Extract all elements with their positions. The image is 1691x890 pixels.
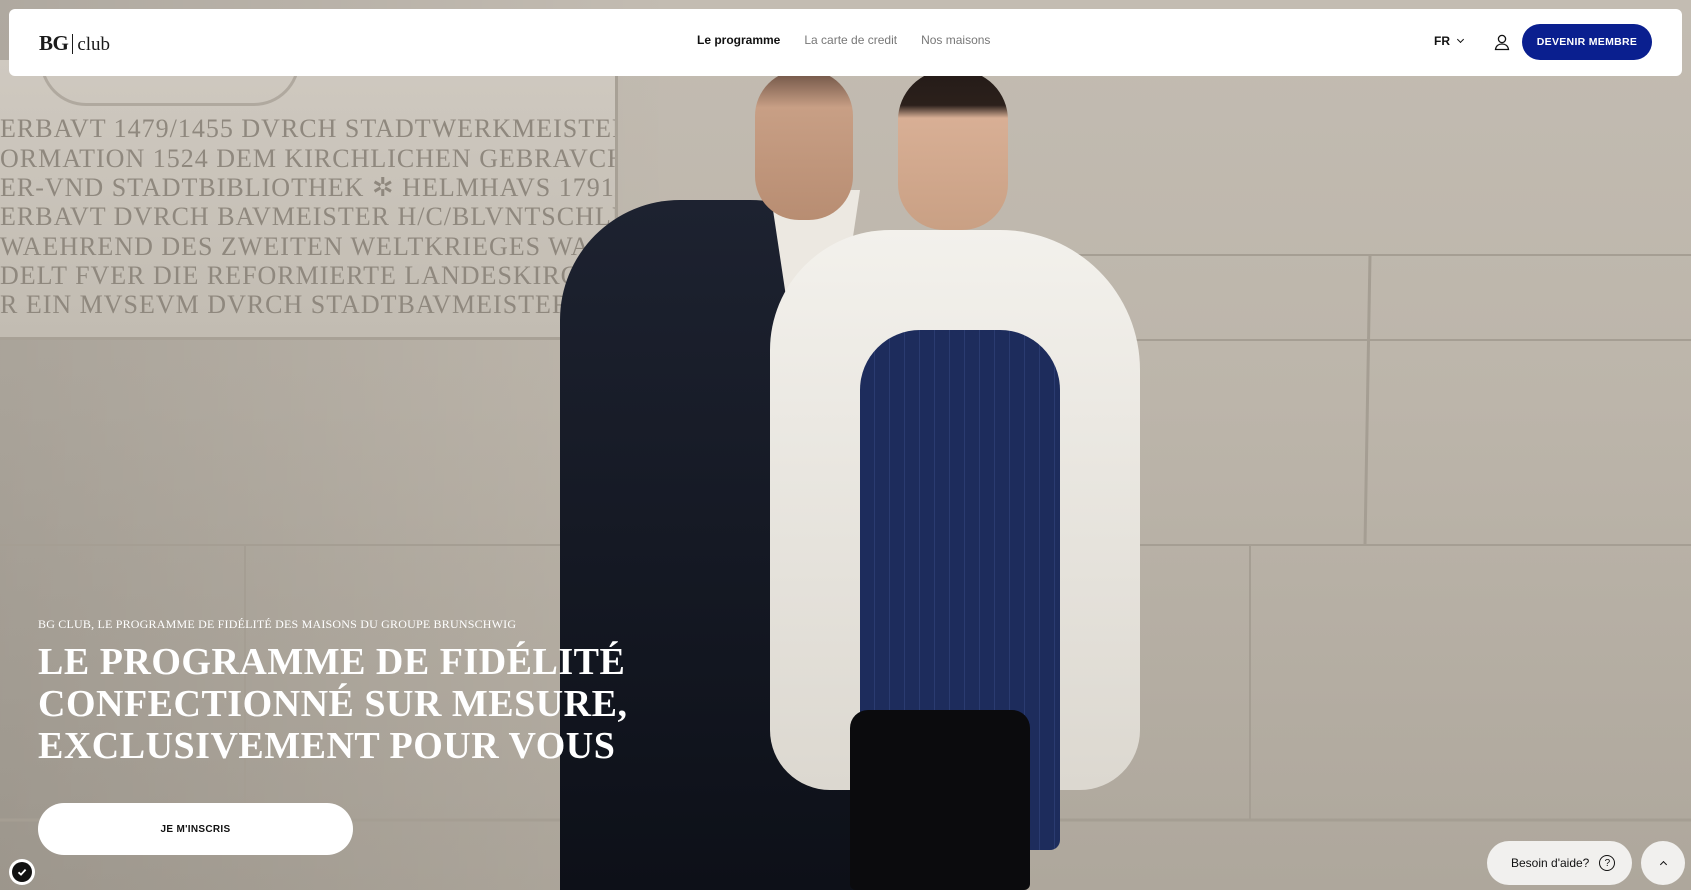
question-icon: ? — [1599, 855, 1616, 871]
signup-button[interactable]: JE M'INSCRIS — [38, 803, 353, 855]
woman-head — [898, 70, 1008, 230]
nav-carte-de-credit[interactable]: La carte de credit — [804, 33, 897, 47]
help-label: Besoin d'aide? — [1511, 856, 1590, 870]
plaque-line: ERBAVT DVRCH BAVMEISTER H/C/BLVNTSCHLI D… — [0, 202, 618, 231]
handbag — [850, 710, 1030, 890]
headline-line: LE PROGRAMME DE FIDÉLITÉ — [38, 641, 626, 683]
plaque-line: ERBAVT 1479/1455 DVRCH STADTWERKMEISTER … — [0, 114, 618, 143]
site-header: BG club Le programme La carte de credit … — [9, 9, 1682, 76]
check-badge-icon — [12, 862, 32, 882]
plaque-line: ER-VND STADTBIBLIOTHEK ✲ HELMHAVS 1791/1… — [0, 173, 615, 202]
language-label: FR — [1434, 34, 1450, 48]
headline-line: EXCLUSIVEMENT POUR VOUS — [38, 725, 616, 767]
logo-bg: BG — [39, 31, 69, 55]
brand-logo[interactable]: BG club — [39, 31, 110, 56]
hero-eyebrow: BG CLUB, LE PROGRAMME DE FIDÉLITÉ DES MA… — [38, 617, 517, 631]
headline-line: CONFECTIONNÉ SUR MESURE, — [38, 683, 628, 725]
nav-nos-maisons[interactable]: Nos maisons — [921, 33, 990, 47]
plaque-line: R EIN MVSEVM DVRCH STADTBAVMEISTER H/HER… — [0, 290, 615, 319]
help-button[interactable]: Besoin d'aide? ? — [1487, 841, 1632, 885]
hero-models — [540, 70, 1180, 890]
nav-le-programme[interactable]: Le programme — [697, 33, 780, 47]
hero-headline: LE PROGRAMME DE FIDÉLITÉ CONFECTIONNÉ SU… — [38, 641, 638, 767]
chevron-down-icon — [1456, 35, 1465, 44]
main-nav: Le programme La carte de credit Nos mais… — [697, 33, 990, 47]
man-head — [755, 70, 853, 220]
language-selector[interactable]: FR — [1434, 34, 1465, 48]
scroll-top-button[interactable] — [1641, 841, 1685, 885]
plaque-line: ORMATION 1524 DEM KIRCHLICHEN GEBRAVCH E… — [0, 144, 618, 173]
chevron-up-icon — [1659, 860, 1667, 869]
user-icon[interactable] — [1493, 33, 1511, 51]
trust-badge[interactable] — [9, 859, 35, 885]
plaque-line: WAEHREND DES ZWEITEN WELTKRIEGES WASSERK… — [0, 232, 615, 261]
logo-divider — [72, 33, 74, 54]
plaque-line: DELT FVER DIE REFORMIERTE LANDESKIRCHE /… — [0, 261, 616, 290]
become-member-button[interactable]: DEVENIR MEMBRE — [1522, 24, 1652, 60]
logo-club: club — [77, 34, 111, 55]
stone-plaque: ERBAVT 1479/1455 DVRCH STADTWERKMEISTER … — [0, 60, 618, 340]
